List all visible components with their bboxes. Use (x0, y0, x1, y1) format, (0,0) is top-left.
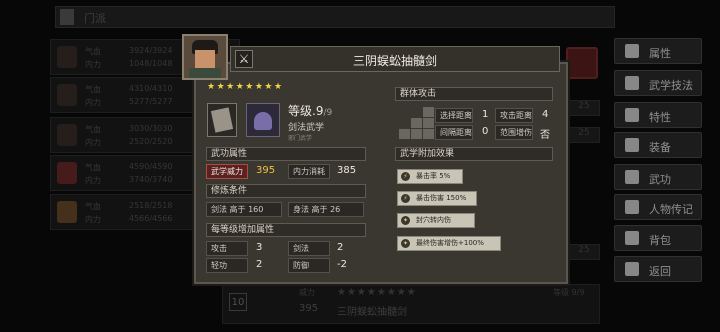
per-level-label: 攻击 (206, 241, 248, 256)
aoe-label: 攻击距离 (495, 108, 533, 123)
aoe-label: 选择距离 (435, 108, 473, 123)
power-value: 395 (256, 165, 276, 176)
skill-book-icon (207, 103, 237, 137)
aoe-value: 4 (542, 109, 549, 120)
effect-tag: ✦ 最终伤害增伤+100% (397, 236, 501, 251)
range-grid-icon (399, 107, 435, 139)
popup-title-bar: ⚔ 三阴蜈蚣抽髓剑 (230, 46, 560, 72)
aoe-value: 否 (540, 130, 550, 141)
sect-emblem-icon (246, 103, 280, 137)
star-rating: ★★★★★★★★ (207, 82, 284, 92)
star-icon: ✦ (401, 216, 410, 225)
section-header-per-level: 每等级增加属性 (206, 223, 366, 237)
sect-name: 邪门武学 (288, 135, 313, 142)
aoe-value: 1 (482, 109, 489, 120)
character-portrait (182, 34, 228, 80)
per-level-label: 轻功 (206, 258, 248, 273)
section-header-requirements: 修炼条件 (206, 184, 366, 198)
mp-cost-label: 内力消耗 (288, 164, 330, 179)
power-label: 武学威力 (206, 164, 248, 179)
mp-cost-value: 385 (337, 165, 357, 176)
skill-level: 等级.9/9 (288, 104, 333, 118)
lightning-icon: ⚡ (401, 194, 410, 203)
star-icon: ✦ (401, 239, 410, 248)
section-header-attributes: 武功属性 (206, 147, 366, 161)
requirement-item: 身法 高于 26 (288, 202, 364, 217)
lightning-icon: ⚡ (401, 172, 410, 181)
per-level-label: 防御 (288, 258, 330, 273)
per-level-value: 2 (256, 259, 263, 270)
per-level-value: -2 (337, 259, 347, 270)
effect-tag: ✦ 封穴转内伤 (397, 213, 475, 228)
popup-title: 三阴蜈蚣抽髓剑 (352, 54, 437, 68)
aoe-label: 范围增伤 (495, 125, 533, 140)
per-level-value: 3 (256, 242, 263, 253)
aoe-label: 间隔距离 (435, 125, 473, 140)
requirement-item: 剑法 高于 160 (206, 202, 282, 217)
skill-type: 剑法武学 (288, 123, 325, 133)
section-header-aoe: 群体攻击 (395, 87, 553, 101)
per-level-label: 剑法 (288, 241, 330, 256)
aoe-value: 0 (482, 126, 489, 137)
section-header-effects: 武学附加效果 (395, 147, 553, 161)
per-level-value: 2 (337, 242, 344, 253)
effect-tag: ⚡ 暴击率 5% (397, 169, 463, 184)
effect-tag: ⚡ 暴击伤害 150% (397, 191, 477, 206)
